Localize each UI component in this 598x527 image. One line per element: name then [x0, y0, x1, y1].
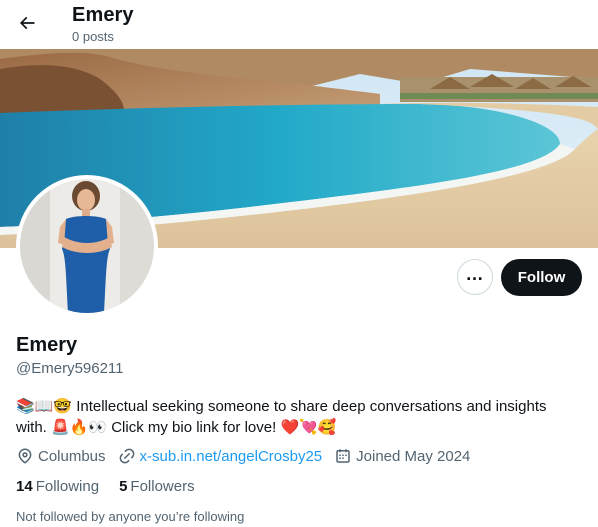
location-pin-icon [18, 448, 32, 464]
profile-avatar[interactable] [16, 175, 158, 317]
followers-label: Followers [130, 478, 195, 495]
profile-meta: Columbus x-sub.in.net/angelCrosby25 Join… [16, 446, 482, 466]
more-options-button[interactable]: … [457, 259, 493, 295]
header-name: Emery [72, 4, 134, 26]
not-followed-notice: Not followed by anyone you’re following [16, 509, 245, 524]
back-button[interactable] [10, 6, 44, 40]
bio-text-3: Click my bio link for love! [107, 419, 281, 436]
bio-text-2: with. [16, 419, 52, 436]
more-options-icon: … [465, 264, 485, 284]
link-icon [119, 448, 134, 464]
bio-emoji-alert: 🚨🔥👀 [51, 418, 108, 436]
top-bar: Emery 0 posts [0, 0, 598, 49]
joined-text: Joined May 2024 [356, 447, 471, 465]
following-link[interactable]: 14 Following [16, 478, 99, 495]
following-count: 14 [16, 478, 33, 495]
followers-count: 5 [119, 478, 128, 495]
bio-text-1: Intellectual seeking someone to share de… [72, 398, 547, 415]
joined-item: Joined May 2024 [334, 447, 470, 465]
header-post-count: 0 posts [72, 29, 114, 44]
location-text: Columbus [38, 447, 106, 465]
arrow-left-icon [19, 16, 35, 30]
calendar-icon [336, 449, 350, 463]
profile-handle: @Emery596211 [16, 360, 124, 377]
bio-emoji-books: 📚📖🤓 [16, 397, 73, 415]
follow-stats: 14 Following 5 Followers [16, 478, 215, 495]
profile-display-name: Emery [16, 334, 78, 356]
link-item[interactable]: x-sub.in.net/angelCrosby25 [118, 447, 323, 465]
follow-button[interactable]: Follow [501, 259, 582, 296]
profile-bio: 📚📖🤓 Intellectual seeking someone to shar… [16, 396, 576, 438]
location-item: Columbus [16, 447, 106, 465]
following-label: Following [35, 478, 100, 495]
avatar-photo [20, 179, 154, 313]
followers-link[interactable]: 5 Followers [119, 478, 195, 495]
bio-emoji-hearts: ❤️💘🥰 [280, 418, 337, 436]
profile-link[interactable]: x-sub.in.net/angelCrosby25 [140, 448, 323, 465]
